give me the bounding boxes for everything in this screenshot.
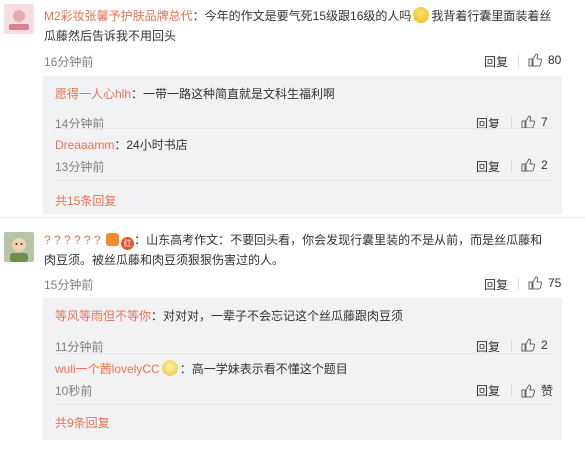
like-button[interactable]: 7 <box>521 115 548 129</box>
comment-username[interactable]: M2彩妆张馨予护肤品牌总代 <box>44 9 193 23</box>
separator <box>511 384 512 396</box>
reply-item: 愿得一人心hlh：一带一路这种简直就是文科生福利啊 14分钟前 回复 7 <box>55 85 555 131</box>
thumbs-up-icon <box>528 276 542 290</box>
reply-username[interactable]: 愿得一人心hlh <box>55 87 131 101</box>
like-count: 2 <box>541 158 548 172</box>
comment-body: ：今年的作文是要气死15级跟16级的人吗 <box>192 9 412 23</box>
avatar[interactable] <box>4 232 34 262</box>
comment-body-line2: 肉豆须。被丝瓜藤和肉豆须狠狠伤害过的人。 <box>44 253 285 267</box>
divider <box>53 128 553 129</box>
comment-text: M2彩妆张馨予护肤品牌总代：今年的作文是要气死15级跟16级的人吗 我背着行囊里面… <box>44 6 574 46</box>
divider <box>0 217 585 218</box>
reply-body: ：高一学妹表示看不懂这个题目 <box>179 362 348 376</box>
comment-body-line2: 瓜藤然后告诉我不用回头 <box>44 29 177 43</box>
divider <box>53 353 553 354</box>
comment-item: M2彩妆张馨予护肤品牌总代：今年的作文是要气死15级跟16级的人吗 我背着行囊里面… <box>0 0 585 215</box>
reply-body: ：一带一路这种简直就是文科生福利啊 <box>131 87 336 101</box>
thumbs-up-icon <box>521 115 535 129</box>
reply-body: ：对对对，一辈子不会忘记这个丝瓜藤跟肉豆须 <box>151 309 404 323</box>
comment-username[interactable]: ? ? ? ? ? ? <box>44 233 101 247</box>
reply-button[interactable]: 回复 <box>484 53 508 70</box>
reply-item: wuli一个茜lovelyCC ：高一学妹表示看不懂这个题目 10秒前 回复 赞 <box>55 360 555 400</box>
like-button[interactable]: 2 <box>521 158 548 172</box>
comment-item: ? ? ? ? ? ? 红：山东高考作文：不要回头看，你会发现行囊里装的不是从前… <box>0 222 585 451</box>
thumbs-up-icon <box>521 383 535 397</box>
separator <box>511 160 512 172</box>
red-packet-label: 红 <box>123 239 132 248</box>
thumbs-up-icon <box>521 158 535 172</box>
like-button[interactable]: 75 <box>528 276 561 290</box>
like-count: 2 <box>541 338 548 352</box>
reply-list: 愿得一人心hlh：一带一路这种简直就是文科生福利啊 14分钟前 回复 7 Dre… <box>43 76 562 214</box>
like-count: 75 <box>548 276 562 290</box>
divider <box>53 404 553 405</box>
comment-time: 16分钟前 <box>44 55 94 69</box>
like-count: 赞 <box>541 384 554 398</box>
reply-username[interactable]: Dreaaamm <box>55 138 114 152</box>
divider <box>53 180 553 181</box>
separator <box>518 278 519 290</box>
like-button[interactable]: 2 <box>521 338 548 352</box>
like-button[interactable]: 80 <box>528 53 561 67</box>
reply-button[interactable]: 回复 <box>476 382 500 399</box>
separator <box>511 340 512 352</box>
reply-time: 14分钟前 <box>55 117 105 131</box>
view-more-replies-link[interactable]: 共9条回复 <box>55 414 110 431</box>
thumbs-up-icon <box>521 338 535 352</box>
reply-item: Dreaaamm：24小时书店 13分钟前 回复 2 <box>55 136 555 176</box>
reply-button[interactable]: 回复 <box>484 276 508 293</box>
like-count: 80 <box>548 53 562 67</box>
view-more-replies-link[interactable]: 共15条回复 <box>55 192 116 209</box>
reply-username[interactable]: 等风等雨但不等你 <box>55 309 151 323</box>
reply-username[interactable]: wuli一个茜lovelyCC <box>55 362 160 376</box>
emoji-face-icon <box>413 7 430 23</box>
like-button[interactable]: 赞 <box>521 382 553 399</box>
reply-body: ：24小时书店 <box>114 138 188 152</box>
reply-list: 等风等雨但不等你：对对对，一辈子不会忘记这个丝瓜藤跟肉豆须 11分钟前 回复 2… <box>43 298 562 440</box>
reply-button[interactable]: 回复 <box>476 115 500 132</box>
comment-body-cont: 我背着行囊里面装着丝 <box>431 9 552 23</box>
reply-button[interactable]: 回复 <box>476 158 500 175</box>
comment-body: ：山东高考作文：不要回头看，你会发现行囊里装的不是从前，而是丝瓜藤和 <box>134 233 543 247</box>
reply-item: 等风等雨但不等你：对对对，一辈子不会忘记这个丝瓜藤跟肉豆须 11分钟前 回复 2 <box>55 307 555 354</box>
red-packet-icon: 红 <box>121 237 135 250</box>
comment-text: ? ? ? ? ? ? 红：山东高考作文：不要回头看，你会发现行囊里装的不是从前… <box>44 230 574 270</box>
thumbs-up-icon <box>528 53 542 67</box>
like-count: 7 <box>541 115 548 129</box>
member-badge-icon <box>106 233 120 246</box>
separator <box>518 55 519 67</box>
comment-time: 15分钟前 <box>44 278 94 292</box>
avatar[interactable] <box>4 4 34 34</box>
reply-time: 13分钟前 <box>55 160 105 174</box>
emoji-face-icon <box>161 360 178 376</box>
reply-time: 10秒前 <box>55 384 93 398</box>
